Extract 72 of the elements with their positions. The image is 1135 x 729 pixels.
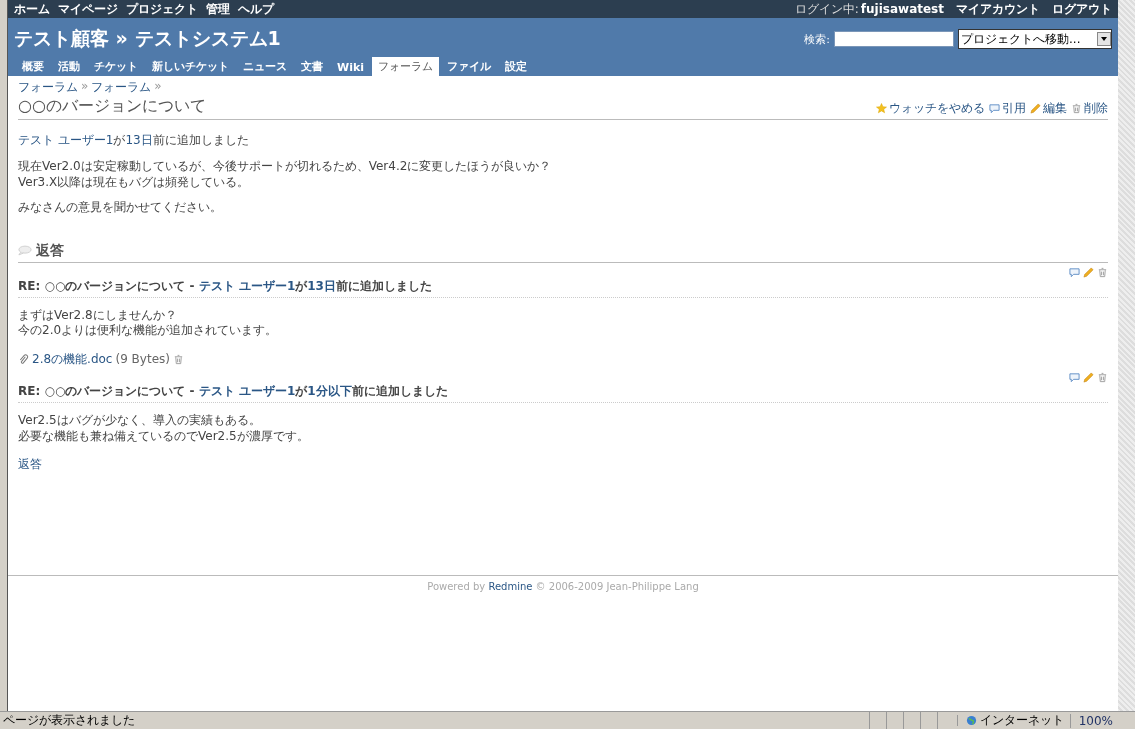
- author-link[interactable]: テスト ユーザー1: [198, 383, 296, 398]
- breadcrumb-link[interactable]: フォーラム: [18, 79, 78, 96]
- topic-action-link[interactable]: 削除: [1071, 100, 1108, 117]
- topic-action-link[interactable]: ウォッチをやめる: [876, 100, 985, 117]
- paperclip-icon: [18, 353, 29, 365]
- project-tab[interactable]: 文書: [295, 57, 329, 76]
- trash-icon[interactable]: [172, 353, 184, 365]
- quote-icon[interactable]: [1069, 371, 1080, 383]
- age-link[interactable]: 1分以下: [307, 383, 352, 398]
- top-menu-link[interactable]: ヘルプ: [238, 0, 274, 18]
- reply-body-text: Ver2.5はバグが少なく、導入の実績もある。: [18, 412, 262, 429]
- top-menu-link[interactable]: 管理: [206, 0, 230, 18]
- topic-body-text: 現在Ver2.0は安定稼動しているが、今後サポートが切れるため、Ver4.2に変更したほうが良いか？: [18, 159, 553, 175]
- topic-author-line: テスト ユーザー1が13日前に追加しました: [18, 132, 250, 149]
- redmine-link[interactable]: Redmine: [488, 581, 533, 592]
- speech-bubble-icon: [989, 103, 1000, 114]
- project-tab[interactable]: Wiki: [331, 59, 370, 76]
- trash-icon: [1071, 103, 1082, 114]
- pencil-icon[interactable]: [1083, 371, 1094, 383]
- reply-body-text: 今の2.0よりは便利な機能が追加されています。: [18, 323, 279, 339]
- top-menu-link[interactable]: ホーム: [14, 0, 50, 18]
- reply-subject-line: RE: ○○のバージョンについて - テスト ユーザー1が13日前に追加しました: [18, 277, 1108, 298]
- topic-body-text: みなさんの意見を聞かせてください。: [18, 200, 223, 216]
- account-link[interactable]: ログアウト: [1052, 0, 1112, 18]
- account-link[interactable]: マイアカウント: [956, 0, 1040, 18]
- attachment-size: (9 Bytes): [115, 352, 170, 367]
- quote-icon[interactable]: [1069, 266, 1080, 278]
- project-title: テスト顧客 » テストシステム1: [14, 26, 281, 51]
- search-label: 検索:: [804, 31, 830, 47]
- trash-icon[interactable]: [1097, 266, 1108, 278]
- top-menu-link[interactable]: マイページ: [58, 0, 118, 18]
- project-tab[interactable]: 概要: [16, 57, 50, 76]
- author-link[interactable]: テスト ユーザー1: [198, 278, 296, 293]
- trash-icon[interactable]: [1097, 371, 1108, 383]
- pencil-icon[interactable]: [1083, 266, 1094, 278]
- footer-text: Powered by Redmine © 2006-2009 Jean-Philippe Lang: [426, 581, 700, 592]
- project-tab[interactable]: チケット: [88, 57, 144, 76]
- pencil-icon: [1030, 103, 1041, 114]
- breadcrumb-link[interactable]: フォーラム: [91, 79, 152, 96]
- zoom-level[interactable]: 100%: [1069, 713, 1135, 728]
- vertical-scrollbar[interactable]: [1118, 0, 1135, 711]
- reply-body-text: 必要な機能も兼ね備えているのでVer2.5が濃厚です。: [18, 428, 310, 445]
- project-tab[interactable]: ニュース: [237, 57, 293, 76]
- topic-title: ○○のバージョンについて: [18, 96, 206, 117]
- reply-subject-line: RE: ○○のバージョンについて - テスト ユーザー1が1分以下前に追加しました: [18, 382, 1108, 403]
- breadcrumb-separator: »: [81, 79, 89, 95]
- speech-bubble-icon: [18, 245, 32, 257]
- status-message: ページが表示されました: [2, 712, 135, 729]
- project-tab[interactable]: 設定: [499, 57, 533, 76]
- search-field[interactable]: [834, 31, 954, 47]
- reply-link[interactable]: 返答: [18, 456, 42, 474]
- project-tab[interactable]: 活動: [52, 57, 86, 76]
- project-tab[interactable]: フォーラム: [372, 57, 439, 76]
- project-tab[interactable]: 新しいチケット: [146, 57, 235, 76]
- topic-action-link[interactable]: 編集: [1030, 100, 1067, 117]
- attachment-link[interactable]: 2.8の機能.doc: [32, 350, 113, 368]
- breadcrumb-separator: »: [154, 79, 162, 95]
- topic-action-link[interactable]: 引用: [989, 100, 1026, 117]
- author-link[interactable]: テスト ユーザー1: [18, 133, 114, 147]
- security-zone: インターネット: [979, 712, 1065, 729]
- topic-body-text: Ver3.X以降は現在もバグは頻発している。: [18, 174, 251, 191]
- top-menu-link[interactable]: プロジェクト: [126, 0, 198, 18]
- age-link[interactable]: 13日: [125, 133, 153, 147]
- project-tab[interactable]: ファイル: [441, 57, 497, 76]
- globe-icon: [956, 715, 977, 726]
- project-jump-select[interactable]: プロジェクトへ移動...: [958, 29, 1112, 49]
- replies-heading: 返答: [36, 241, 64, 260]
- star-icon: [876, 103, 887, 114]
- login-user: fujisawatest: [860, 2, 944, 16]
- reply-body-text: まずはVer2.8にしませんか？: [18, 307, 178, 324]
- login-label: ログイン中:: [794, 0, 859, 18]
- age-link[interactable]: 13日: [307, 278, 336, 293]
